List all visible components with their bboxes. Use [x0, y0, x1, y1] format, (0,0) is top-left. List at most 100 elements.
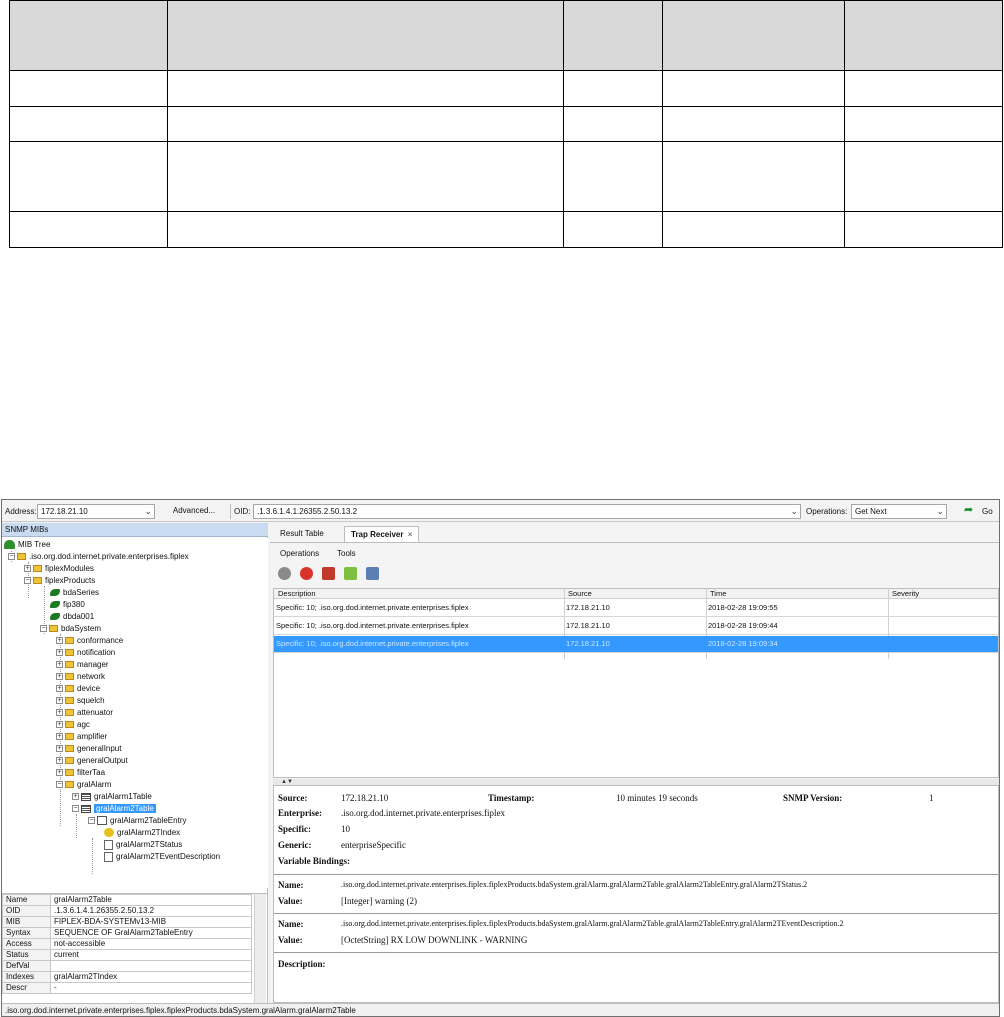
column-time[interactable]: Time	[708, 586, 726, 601]
tools-icon[interactable]	[366, 567, 379, 580]
oid-input[interactable]: .1.3.6.1.4.1.26355.2.50.13.2 ⌄	[253, 504, 801, 519]
address-combo[interactable]: 172.18.21.10 ⌄	[37, 504, 155, 519]
expand-icon[interactable]: +	[56, 769, 63, 777]
property-row[interactable]: Syntax SEQUENCE OF GralAlarm2TableEntry	[2, 927, 252, 939]
tree-node-mib-tree[interactable]: MIB Tree	[4, 539, 50, 551]
binding2-name-value: .iso.org.dod.internet.private.enterprise…	[341, 919, 844, 928]
table-row[interactable]: Specific: 10; .iso.org.dod.internet.priv…	[274, 618, 998, 635]
left-pane: SNMP MIBs MIB Tree − .iso.org.dod.interne…	[2, 523, 268, 1009]
source-value: 172.18.21.10	[341, 793, 389, 803]
tree-node-manager[interactable]: + manager	[56, 659, 109, 671]
tree-node-bdaseries[interactable]: bdaSeries	[50, 587, 99, 599]
property-key: MIB	[2, 916, 51, 928]
column-severity[interactable]: Severity	[890, 586, 919, 601]
operations-select[interactable]: Get Next ⌄	[851, 504, 947, 519]
expand-icon[interactable]: +	[56, 721, 63, 729]
tree-node-generaloutput[interactable]: + generalOutput	[56, 755, 128, 767]
menu-operations[interactable]: Operations	[280, 549, 319, 558]
tree-node-amplifier[interactable]: + amplifier	[56, 731, 107, 743]
mib-tree[interactable]: MIB Tree − .iso.org.dod.internet.private.…	[2, 538, 268, 888]
tree-node-gralalarm2tstatus[interactable]: gralAlarm2TStatus	[104, 839, 182, 851]
property-row[interactable]: MIB FIPLEX-BDA-SYSTEMv13-MIB	[2, 916, 252, 928]
collapse-icon[interactable]: −	[24, 577, 31, 585]
collapse-icon[interactable]: −	[72, 805, 79, 813]
properties-table: Name gralAlarm2Table OID .1.3.6.1.4.1.26355…	[2, 893, 268, 1009]
tree-node-notification[interactable]: + notification	[56, 647, 115, 659]
collapse-icon[interactable]: −	[8, 553, 15, 561]
expand-icon[interactable]: +	[56, 709, 63, 717]
tree-node-device[interactable]: + device	[56, 683, 100, 695]
tree-node-fip380[interactable]: fip380	[50, 599, 85, 611]
collapse-icon[interactable]: −	[88, 817, 95, 825]
settings-icon[interactable]	[344, 567, 357, 580]
menu-tools[interactable]: Tools	[337, 549, 356, 558]
property-row[interactable]: Descr -	[2, 982, 252, 994]
column-source[interactable]: Source	[566, 586, 592, 601]
tree-node-bdasystem[interactable]: − bdaSystem	[40, 623, 101, 635]
go-button[interactable]: ➦ Go	[964, 504, 998, 519]
property-row[interactable]: Name gralAlarm2Table	[2, 894, 252, 906]
column-description[interactable]: Description	[276, 586, 316, 601]
property-row[interactable]: OID .1.3.6.1.4.1.26355.2.50.13.2	[2, 905, 252, 917]
expand-icon[interactable]: +	[56, 673, 63, 681]
tree-node-filtertaa[interactable]: + filterTaa	[56, 767, 105, 779]
property-value: gralAlarm2Table	[50, 894, 252, 906]
tab-trap-receiver[interactable]: Trap Receiver ×	[344, 526, 420, 542]
tree-node-squelch[interactable]: + squelch	[56, 695, 105, 707]
expand-icon[interactable]: +	[56, 733, 63, 741]
expand-icon[interactable]: +	[56, 697, 63, 705]
table-row-selected[interactable]: Specific: 10; .iso.org.dod.internet.priv…	[274, 636, 998, 653]
table-cell	[167, 105, 564, 143]
expand-icon[interactable]: +	[56, 757, 63, 765]
property-row[interactable]: Access not-accessible	[2, 938, 252, 950]
tree-node-gralalarm[interactable]: − gralAlarm	[56, 779, 111, 791]
timestamp-label: Timestamp:	[488, 793, 535, 803]
properties-scrollbar[interactable]	[254, 894, 266, 1009]
tree-node-fiplexmodules[interactable]: + fiplexModules	[24, 563, 94, 575]
property-row[interactable]: Indexes gralAlarm2TIndex	[2, 971, 252, 983]
property-row[interactable]: Status current	[2, 949, 252, 961]
advanced-button[interactable]: Advanced...	[162, 504, 226, 519]
table-row[interactable]: Specific: 10; .iso.org.dod.internet.priv…	[274, 600, 998, 617]
tree-node-generalinput[interactable]: + generalInput	[56, 743, 121, 755]
tree-node-network[interactable]: + network	[56, 671, 105, 683]
tree-node-attenuator[interactable]: + attenuator	[56, 707, 113, 719]
property-row[interactable]: DefVal	[2, 960, 252, 972]
start-icon[interactable]	[278, 567, 291, 580]
collapse-icon[interactable]: −	[56, 781, 63, 789]
expand-icon[interactable]: +	[56, 745, 63, 753]
tree-node-gralalarm2tableentry[interactable]: − gralAlarm2TableEntry	[88, 815, 186, 827]
table-cell	[662, 105, 845, 143]
tree-node-dbda001[interactable]: dbda001	[50, 611, 94, 623]
expand-icon[interactable]: +	[56, 637, 63, 645]
expand-icon[interactable]: +	[56, 685, 63, 693]
delete-icon[interactable]	[322, 567, 335, 580]
tree-node-fiplexproducts[interactable]: − fiplexProducts	[24, 575, 95, 587]
folder-icon	[65, 661, 74, 669]
collapse-icon[interactable]: −	[40, 625, 47, 633]
stop-icon[interactable]	[300, 567, 313, 580]
tree-node-gralalarm2table[interactable]: − gralAlarm2Table	[72, 803, 156, 815]
binding2-value: [OctetString] RX LOW DOWNLINK - WARNING	[341, 935, 528, 945]
tree-node-gralalarm2tindex[interactable]: gralAlarm2TIndex	[104, 827, 180, 839]
row-source: 172.18.21.10	[566, 603, 610, 612]
tab-result-table[interactable]: Result Table	[274, 526, 330, 542]
expand-icon[interactable]: +	[56, 649, 63, 657]
tree-node-gralalarm1table[interactable]: + gralAlarm1Table	[72, 791, 152, 803]
close-icon[interactable]: ×	[408, 530, 413, 539]
expand-icon[interactable]: +	[72, 793, 79, 801]
binding1-value-label: Value:	[278, 896, 303, 906]
expand-icon[interactable]: +	[24, 565, 31, 573]
chevron-down-icon[interactable]: ⌄	[144, 506, 152, 517]
tree-node-fiplex[interactable]: − .iso.org.dod.internet.private.enterpris…	[8, 551, 189, 563]
oid-value: .1.3.6.1.4.1.26355.2.50.13.2	[257, 507, 358, 516]
expand-icon[interactable]: +	[56, 661, 63, 669]
folder-icon	[65, 733, 74, 741]
tree-node-agc[interactable]: + agc	[56, 719, 90, 731]
tree-node-gralalarm2teventdescription[interactable]: gralAlarm2TEventDescription	[104, 851, 220, 863]
binding1-name-value: .iso.org.dod.internet.private.enterprise…	[341, 880, 808, 889]
folder-icon	[65, 721, 74, 729]
chevron-down-icon[interactable]: ⌄	[936, 506, 944, 517]
chevron-down-icon[interactable]: ⌄	[790, 506, 798, 517]
tree-node-conformance[interactable]: + conformance	[56, 635, 123, 647]
